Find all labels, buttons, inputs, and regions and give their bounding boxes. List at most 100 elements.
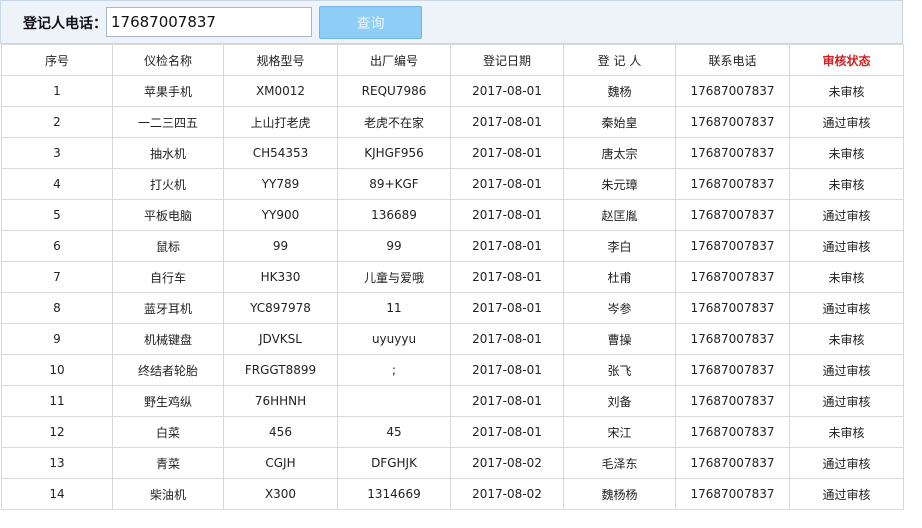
col-registrant-cell: 张飞 xyxy=(563,354,676,386)
table-row: 13 青菜 CGJH DFGHJK 2017-08-02 毛泽东 17687007837 通过… xyxy=(1,447,904,479)
col-registrant-cell: 朱元璋 xyxy=(563,168,676,200)
col-model-cell: CH54353 xyxy=(223,137,338,169)
col-serial-number-cell: 136689 xyxy=(337,199,451,231)
table-row: 14 柴油机 X300 1314669 2017-08-02 魏杨杨 17687007837… xyxy=(1,478,904,510)
col-register-date-cell: 2017-08-01 xyxy=(450,137,564,169)
col-registrant-cell: 毛泽东 xyxy=(563,447,676,479)
col-phone-cell: 17687007837 xyxy=(675,168,790,200)
col-register-date-cell: 2017-08-01 xyxy=(450,106,564,138)
col-index-cell: 3 xyxy=(1,137,113,169)
col-phone-cell: 17687007837 xyxy=(675,137,790,169)
col-index-cell: 13 xyxy=(1,447,113,479)
records-table: 序号 仪检名称 规格型号 出厂编号 登记日期登 记 人联系电话 审核状态 1 苹果手机 XM0… xyxy=(1,44,904,510)
col-status-cell: 通过审核 xyxy=(789,106,904,138)
col-model-cell: YY789 xyxy=(223,168,338,200)
col-status-cell: 未审核 xyxy=(789,168,904,200)
col-phone-cell: 17687007837 xyxy=(675,323,790,355)
col-model-cell: CGJH xyxy=(223,447,338,479)
table-header-row: 序号 仪检名称 规格型号 出厂编号 登记日期登 记 人联系电话 审核状态 xyxy=(1,44,904,76)
col-serial-number-header: 出厂编号 xyxy=(337,44,451,76)
table-row: 5 平板电脑 YY900 136689 2017-08-01 赵匡胤 17687007837… xyxy=(1,199,904,231)
col-registrant-cell: 魏杨 xyxy=(563,75,676,107)
table-row: 10 终结者轮胎 FRGGT8899; 2017-08-01 张飞 17687007837… xyxy=(1,354,904,386)
col-registrant-cell: 曹操 xyxy=(563,323,676,355)
col-index-cell: 10 xyxy=(1,354,113,386)
table-row: 3 抽水机 CH54353 KJHGF956 2017-08-01 唐太宗 17687007… xyxy=(1,137,904,169)
table-row: 1 苹果手机 XM0012 REQU7986 2017-08-01 魏杨 176870078… xyxy=(1,75,904,107)
col-model-cell: 76HHNH xyxy=(223,385,338,417)
query-button[interactable]: 查询 xyxy=(319,6,422,39)
col-index-cell: 8 xyxy=(1,292,113,324)
col-registrant-cell: 岑参 xyxy=(563,292,676,324)
col-model-cell: JDVKSL xyxy=(223,323,338,355)
col-register-date-cell: 2017-08-01 xyxy=(450,75,564,107)
col-serial-number-cell: 老虎不在家 xyxy=(337,106,451,138)
col-serial-number-cell: 45 xyxy=(337,416,451,448)
col-index-cell: 4 xyxy=(1,168,113,200)
col-phone-cell: 17687007837 xyxy=(675,447,790,479)
search-bar: 登记人电话： 查询 xyxy=(0,0,903,44)
table-row: 9 机械键盘 JDVKSL uyuyyu 2017-08-01 曹操 17687007837… xyxy=(1,323,904,355)
col-registrant-cell: 李白 xyxy=(563,230,676,262)
col-instrument-name-cell: 一二三四五 xyxy=(112,106,224,138)
col-instrument-name-cell: 机械键盘 xyxy=(112,323,224,355)
col-register-date-cell: 2017-08-01 xyxy=(450,199,564,231)
col-status-cell: 通过审核 xyxy=(789,478,904,510)
col-phone-cell: 17687007837 xyxy=(675,199,790,231)
col-register-date-header: 登记日期 xyxy=(450,44,564,76)
col-status-cell: 通过审核 xyxy=(789,447,904,479)
col-status-cell: 通过审核 xyxy=(789,230,904,262)
table-row: 11 野生鸡纵 76HHNH 2017-08-01 刘备 17687007837 通过审核 xyxy=(1,385,904,417)
col-model-cell: X300 xyxy=(223,478,338,510)
col-instrument-name-cell: 野生鸡纵 xyxy=(112,385,224,417)
col-index-cell: 1 xyxy=(1,75,113,107)
col-registrant-cell: 刘备 xyxy=(563,385,676,417)
col-registrant-cell: 秦始皇 xyxy=(563,106,676,138)
col-model-header: 规格型号 xyxy=(223,44,338,76)
col-index-cell: 7 xyxy=(1,261,113,293)
col-serial-number-cell: 89+KGF xyxy=(337,168,451,200)
col-serial-number-cell: REQU7986 xyxy=(337,75,451,107)
col-status-cell: 通过审核 xyxy=(789,292,904,324)
col-index-cell: 2 xyxy=(1,106,113,138)
col-instrument-name-cell: 鼠标 xyxy=(112,230,224,262)
table-row: 6 鼠标 99 99 2017-08-01 李白 17687007837 通过审核 xyxy=(1,230,904,262)
col-phone-cell: 17687007837 xyxy=(675,261,790,293)
col-instrument-name-cell: 苹果手机 xyxy=(112,75,224,107)
col-registrant-cell: 宋江 xyxy=(563,416,676,448)
col-instrument-name-header: 仪检名称 xyxy=(112,44,224,76)
col-phone-cell: 17687007837 xyxy=(675,75,790,107)
col-registrant-header: 登 记 人 xyxy=(563,44,676,76)
col-index-cell: 5 xyxy=(1,199,113,231)
table-row: 8 蓝牙耳机 YC897978 11 2017-08-01 岑参 17687007837 通过… xyxy=(1,292,904,324)
col-status-cell: 未审核 xyxy=(789,416,904,448)
col-instrument-name-cell: 白菜 xyxy=(112,416,224,448)
col-phone-cell: 17687007837 xyxy=(675,230,790,262)
col-serial-number-cell: ; xyxy=(337,354,451,386)
col-registrant-cell: 唐太宗 xyxy=(563,137,676,169)
table-row: 4 打火机 YY789 89+KGF 2017-08-01 朱元璋 17687007837 未… xyxy=(1,168,904,200)
col-serial-number-cell: uyuyyu xyxy=(337,323,451,355)
col-register-date-cell: 2017-08-01 xyxy=(450,261,564,293)
table-body: 1 苹果手机 XM0012 REQU7986 2017-08-01 魏杨 176870078… xyxy=(1,75,904,510)
col-register-date-cell: 2017-08-01 xyxy=(450,292,564,324)
col-register-date-cell: 2017-08-02 xyxy=(450,447,564,479)
col-model-cell: 456 xyxy=(223,416,338,448)
col-status-cell: 通过审核 xyxy=(789,199,904,231)
col-phone-cell: 17687007837 xyxy=(675,385,790,417)
table-row: 2 一二三四五 上山打老虎 老虎不在家 2017-08-01 秦始皇 17687007837… xyxy=(1,106,904,138)
col-register-date-cell: 2017-08-01 xyxy=(450,323,564,355)
col-model-cell: 99 xyxy=(223,230,338,262)
col-instrument-name-cell: 终结者轮胎 xyxy=(112,354,224,386)
col-model-cell: HK330 xyxy=(223,261,338,293)
col-phone-cell: 17687007837 xyxy=(675,416,790,448)
col-model-cell: YY900 xyxy=(223,199,338,231)
col-registrant-cell: 魏杨杨 xyxy=(563,478,676,510)
col-instrument-name-cell: 打火机 xyxy=(112,168,224,200)
table-row: 12 白菜 456 45 2017-08-01 宋江 17687007837 未审核 xyxy=(1,416,904,448)
page: 登记人电话： 查询 序号仪检名称规格型号出厂编号登记日期登 记 人联系电话审核状… xyxy=(0,0,922,528)
col-serial-number-cell: 儿童与爱哦 xyxy=(337,261,451,293)
col-index-cell: 9 xyxy=(1,323,113,355)
col-index-header: 序号 xyxy=(1,44,113,76)
phone-search-input[interactable] xyxy=(106,7,312,37)
